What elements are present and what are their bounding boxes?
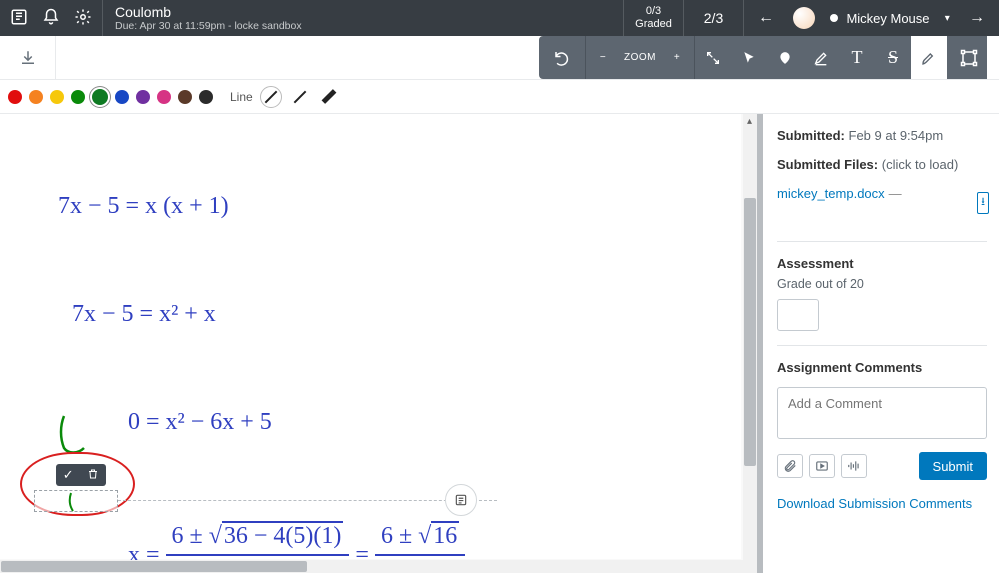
math-l4-num-b: 6 ± [381, 523, 418, 549]
line-med-option[interactable] [289, 86, 311, 108]
grading-panel: Submitted: Feb 9 at 9:54pm Submitted Fil… [757, 114, 999, 573]
graded-numer: 0/3 [646, 5, 661, 18]
color-swatch-darkgreen[interactable] [92, 89, 108, 105]
assessment-section: Assessment Grade out of 20 [777, 241, 987, 331]
vertical-scrollbar-thumb[interactable] [744, 198, 756, 466]
delete-annotation-icon[interactable] [87, 468, 99, 483]
attach-file-icon[interactable] [777, 454, 803, 478]
avatar[interactable] [793, 7, 815, 29]
draw-tool[interactable] [911, 36, 947, 79]
assignment-info: Coulomb Due: Apr 30 at 11:59pm - locke s… [103, 0, 623, 36]
submitted-value: Feb 9 at 9:54pm [849, 128, 944, 143]
annotation-mini-toolbar: ✓ [56, 464, 106, 486]
comment-textarea[interactable] [777, 387, 987, 439]
color-swatch-orange[interactable] [29, 90, 43, 104]
line-label: Line [230, 90, 253, 104]
assignment-due: Due: Apr 30 at 11:59pm - locke sandbox [115, 20, 611, 32]
math-l4-rad-b: 16 [431, 521, 459, 549]
color-swatch-red[interactable] [8, 90, 22, 104]
graded-label: Graded [635, 18, 672, 31]
line-thick-option[interactable] [318, 86, 340, 108]
files-label: Submitted Files: [777, 157, 878, 172]
submit-comment-button[interactable]: Submit [919, 452, 987, 480]
doc-toolbar: − ZOOM + T S [0, 36, 999, 80]
comment-actions: Submit [777, 452, 987, 480]
files-row: Submitted Files: (click to load) [777, 157, 987, 172]
submitted-row: Submitted: Feb 9 at 9:54pm [777, 128, 987, 143]
annotation-tools: T S [695, 36, 987, 79]
vertical-scrollbar[interactable] [743, 114, 757, 573]
student-position-text: 2/3 [704, 10, 723, 26]
area-tool[interactable] [951, 36, 987, 79]
strikeout-tool[interactable]: S [875, 36, 911, 79]
graded-count: 0/3 Graded [623, 0, 683, 36]
header-left-icons [0, 0, 103, 36]
media-comment-icon[interactable] [809, 454, 835, 478]
student-position: 2/3 [683, 0, 743, 36]
color-swatch-brown[interactable] [178, 90, 192, 104]
prev-student-button[interactable]: ← [754, 5, 778, 31]
highlight-tool[interactable] [803, 36, 839, 79]
point-annotation-tool[interactable] [767, 36, 803, 79]
comment-thread-button[interactable] [445, 484, 477, 516]
zoom-out-button[interactable]: − [592, 36, 614, 79]
comments-section: Assignment Comments Submit Download Subm… [777, 345, 987, 511]
speech-recognition-icon[interactable] [841, 454, 867, 478]
zoom-in-button[interactable]: + [666, 36, 688, 79]
student-nav: ← Mickey Mouse ▾ → [743, 0, 999, 36]
submitted-label: Submitted: [777, 128, 845, 143]
comments-heading: Assignment Comments [777, 360, 987, 375]
zoom-label: ZOOM [624, 52, 656, 63]
assessment-heading: Assessment [777, 256, 987, 271]
color-swatch-yellow[interactable] [50, 90, 64, 104]
grade-input[interactable] [777, 299, 819, 331]
color-swatch-pink[interactable] [157, 90, 171, 104]
draw-options-row: Line [0, 80, 999, 114]
annotation-selection-box[interactable] [34, 490, 118, 512]
horizontal-scrollbar-thumb[interactable] [1, 561, 307, 572]
math-line-2: 7x − 5 = x² + x [72, 296, 465, 332]
math-l4-rad-a: 36 − 4(5)(1) [222, 521, 344, 549]
pointer-tool[interactable] [731, 36, 767, 79]
student-name-dropdown[interactable]: Mickey Mouse [830, 11, 929, 26]
color-swatch-blue[interactable] [115, 90, 129, 104]
horizontal-scrollbar[interactable] [0, 560, 757, 573]
gradebook-icon[interactable] [10, 8, 28, 29]
line-thin-option[interactable] [260, 86, 282, 108]
undo-button[interactable] [539, 36, 586, 79]
bell-icon[interactable] [42, 8, 60, 29]
confirm-annotation-icon[interactable]: ✓ [63, 467, 74, 483]
comment-connector-line [118, 500, 497, 501]
grade-hint: Grade out of 20 [777, 277, 987, 291]
text-tool[interactable]: T [839, 36, 875, 79]
file-entry: mickey_temp.docx — [777, 186, 987, 201]
submitted-file-link[interactable]: mickey_temp.docx [777, 186, 885, 201]
student-name-text: Mickey Mouse [846, 11, 929, 26]
download-file-icon[interactable]: ⭳ [977, 192, 989, 214]
fullscreen-button[interactable] [695, 36, 731, 79]
next-student-button[interactable]: → [965, 5, 989, 31]
files-hint: (click to load) [882, 157, 959, 172]
gear-icon[interactable] [74, 8, 92, 29]
document-viewer[interactable]: 7x − 5 = x (x + 1) 7x − 5 = x² + x 0 = x… [0, 114, 757, 573]
download-button[interactable] [0, 36, 56, 79]
color-swatch-black[interactable] [199, 90, 213, 104]
math-line-3: 0 = x² − 6x + 5 [128, 404, 465, 440]
color-swatch-green[interactable] [71, 90, 85, 104]
speedgrader-header: Coulomb Due: Apr 30 at 11:59pm - locke s… [0, 0, 999, 36]
zoom-controls: − ZOOM + [586, 36, 695, 79]
download-comments-link[interactable]: Download Submission Comments [777, 496, 987, 511]
assignment-title[interactable]: Coulomb [115, 4, 611, 20]
color-swatch-purple[interactable] [136, 90, 150, 104]
chevron-down-icon[interactable]: ▾ [945, 13, 950, 24]
file-dash: — [889, 186, 902, 201]
math-l4-num-a: 6 ± [172, 523, 209, 549]
math-line-1: 7x − 5 = x (x + 1) [58, 188, 465, 224]
